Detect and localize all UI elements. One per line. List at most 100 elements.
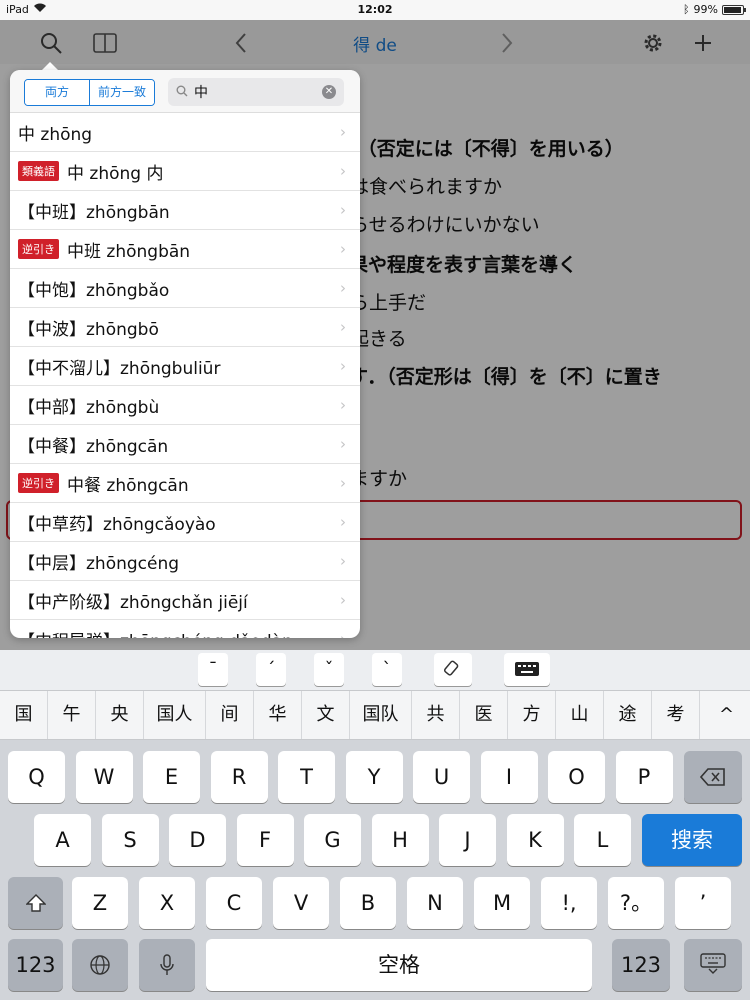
candidate-item[interactable]: 午: [48, 691, 96, 739]
backspace-icon[interactable]: [684, 751, 742, 803]
candidate-item[interactable]: 间: [206, 691, 254, 739]
key-row3-2[interactable]: C: [206, 877, 262, 929]
key-k[interactable]: K: [506, 814, 564, 866]
expand-candidates-button[interactable]: ^: [700, 691, 750, 739]
key-t[interactable]: T: [278, 751, 335, 803]
result-row[interactable]: 【中饱】zhōngbǎo ›: [10, 269, 360, 308]
key-w[interactable]: W: [75, 751, 133, 803]
key-u[interactable]: U: [413, 751, 470, 803]
chevron-right-icon: ›: [340, 435, 346, 453]
chevron-right-icon: ›: [340, 513, 346, 531]
search-query: 中: [194, 85, 208, 101]
results-list: 中 zhōng › 類義語中 zhōng 内 › 【中班】zhōngbān › 逆引き 中班 …: [10, 113, 360, 638]
tone-key[interactable]: ˊ: [256, 653, 286, 686]
clear-icon[interactable]: ✕: [322, 85, 336, 99]
result-badge: 逆引き: [18, 239, 59, 259]
numbers-key-left[interactable]: 123: [8, 939, 63, 991]
key-g[interactable]: G: [304, 814, 361, 866]
candidate-item[interactable]: 途: [604, 691, 652, 739]
key-row3-5[interactable]: N: [407, 877, 463, 929]
candidate-item[interactable]: 考: [652, 691, 700, 739]
candidate-item[interactable]: 方: [508, 691, 556, 739]
result-row[interactable]: 【中程导弹】zhōngchéng dǎodàn ›: [10, 620, 360, 638]
result-text: 【中部】zhōngbù: [18, 397, 160, 418]
result-text: 中班 zhōngbān: [67, 241, 191, 262]
result-row[interactable]: 逆引き 中餐 zhōngcān ›: [10, 464, 360, 503]
candidate-item[interactable]: 山: [556, 691, 604, 739]
key-j[interactable]: J: [439, 814, 496, 866]
result-row[interactable]: 【中层】zhōngcéng ›: [10, 542, 360, 581]
key-r[interactable]: R: [210, 751, 268, 803]
tone-key[interactable]: ˉ: [198, 653, 228, 686]
battery-icon: [722, 4, 746, 15]
microphone-icon[interactable]: [139, 939, 195, 991]
search-input[interactable]: 中 ✕: [168, 78, 344, 106]
key-row3-4[interactable]: B: [340, 877, 396, 929]
key-row3-7[interactable]: !,: [541, 877, 597, 929]
tone-key[interactable]: ˋ: [372, 653, 402, 686]
search-button[interactable]: 搜索: [642, 814, 742, 866]
key-h[interactable]: H: [371, 814, 429, 866]
key-row3-6[interactable]: M: [474, 877, 530, 929]
key-f[interactable]: F: [236, 814, 294, 866]
key-y[interactable]: Y: [345, 751, 403, 803]
result-text: 【中产阶级】zhōngchǎn jiējí: [18, 592, 248, 613]
candidate-item[interactable]: 医: [460, 691, 508, 739]
candidate-item[interactable]: 国队: [350, 691, 412, 739]
tone-key[interactable]: ˇ: [314, 653, 344, 686]
chevron-right-icon: ›: [340, 123, 346, 141]
segment-prefix[interactable]: 前方一致: [89, 80, 155, 105]
space-bar[interactable]: 空格: [206, 939, 592, 991]
chevron-right-icon: ›: [340, 318, 346, 336]
result-row[interactable]: 【中不溜儿】zhōngbuliūr ›: [10, 347, 360, 386]
key-e[interactable]: E: [143, 751, 200, 803]
key-l[interactable]: L: [574, 814, 631, 866]
key-a[interactable]: A: [34, 814, 91, 866]
status-bar: iPad 12:02 ᛒ 99%: [0, 0, 750, 20]
search-popover: 両方 前方一致 中 ✕ 中 zhōng › 類義語中 zhōng 内 › 【中班】zhō…: [10, 70, 360, 638]
candidate-item[interactable]: 国: [0, 691, 48, 739]
result-row[interactable]: 中 zhōng ›: [10, 113, 360, 152]
key-row3-1[interactable]: X: [139, 877, 195, 929]
candidate-item[interactable]: 华: [254, 691, 302, 739]
key-d[interactable]: D: [169, 814, 226, 866]
shift-icon[interactable]: [8, 877, 63, 929]
keyboard: ˉ ˊ ˇ ˋ 国午央国人间华文国队共医方山途考 ^ QWERTYUIOP ASDF…: [0, 650, 750, 1000]
candidate-item[interactable]: 央: [96, 691, 144, 739]
key-row3-9[interactable]: ’: [675, 877, 731, 929]
globe-icon[interactable]: [72, 939, 128, 991]
key-o[interactable]: O: [548, 751, 605, 803]
tone-bar: ˉ ˊ ˇ ˋ: [0, 650, 750, 690]
result-row[interactable]: 【中餐】zhōngcān ›: [10, 425, 360, 464]
candidate-item[interactable]: 共: [412, 691, 460, 739]
result-text: 【中程导弹】zhōngchéng dǎodàn: [18, 627, 293, 639]
chevron-right-icon: ›: [340, 474, 346, 492]
chevron-right-icon: ›: [340, 162, 346, 180]
key-s[interactable]: S: [101, 814, 159, 866]
candidate-item[interactable]: 国人: [144, 691, 206, 739]
result-row[interactable]: 逆引き 中班 zhōngbān ›: [10, 230, 360, 269]
key-row3-0[interactable]: Z: [72, 877, 128, 929]
result-row[interactable]: 類義語中 zhōng 内 ›: [10, 152, 360, 191]
result-text: 【中饱】zhōngbǎo: [18, 280, 170, 301]
result-row[interactable]: 【中草药】zhōngcǎoyào ›: [10, 503, 360, 542]
keyboard-icon[interactable]: [504, 653, 550, 686]
key-q[interactable]: Q: [8, 751, 65, 803]
key-p[interactable]: P: [615, 751, 673, 803]
candidate-item[interactable]: 文: [302, 691, 350, 739]
chevron-right-icon: ›: [340, 396, 346, 414]
result-text: 中 zhōng: [18, 124, 93, 145]
key-i[interactable]: I: [480, 751, 538, 803]
key-row3-3[interactable]: V: [273, 877, 329, 929]
numbers-key-right[interactable]: 123: [612, 939, 670, 991]
result-row[interactable]: 【中产阶级】zhōngchǎn jiējí ›: [10, 581, 360, 620]
key-row3-8[interactable]: ?。: [608, 877, 664, 929]
segment-both[interactable]: 両方: [25, 80, 89, 105]
hide-keyboard-icon[interactable]: [684, 939, 742, 991]
result-text: 【中层】zhōngcéng: [18, 553, 180, 574]
result-row[interactable]: 【中波】zhōngbō ›: [10, 308, 360, 347]
eraser-icon[interactable]: [434, 653, 472, 686]
result-row[interactable]: 【中班】zhōngbān ›: [10, 191, 360, 230]
chevron-right-icon: ›: [340, 279, 346, 297]
result-row[interactable]: 【中部】zhōngbù ›: [10, 386, 360, 425]
